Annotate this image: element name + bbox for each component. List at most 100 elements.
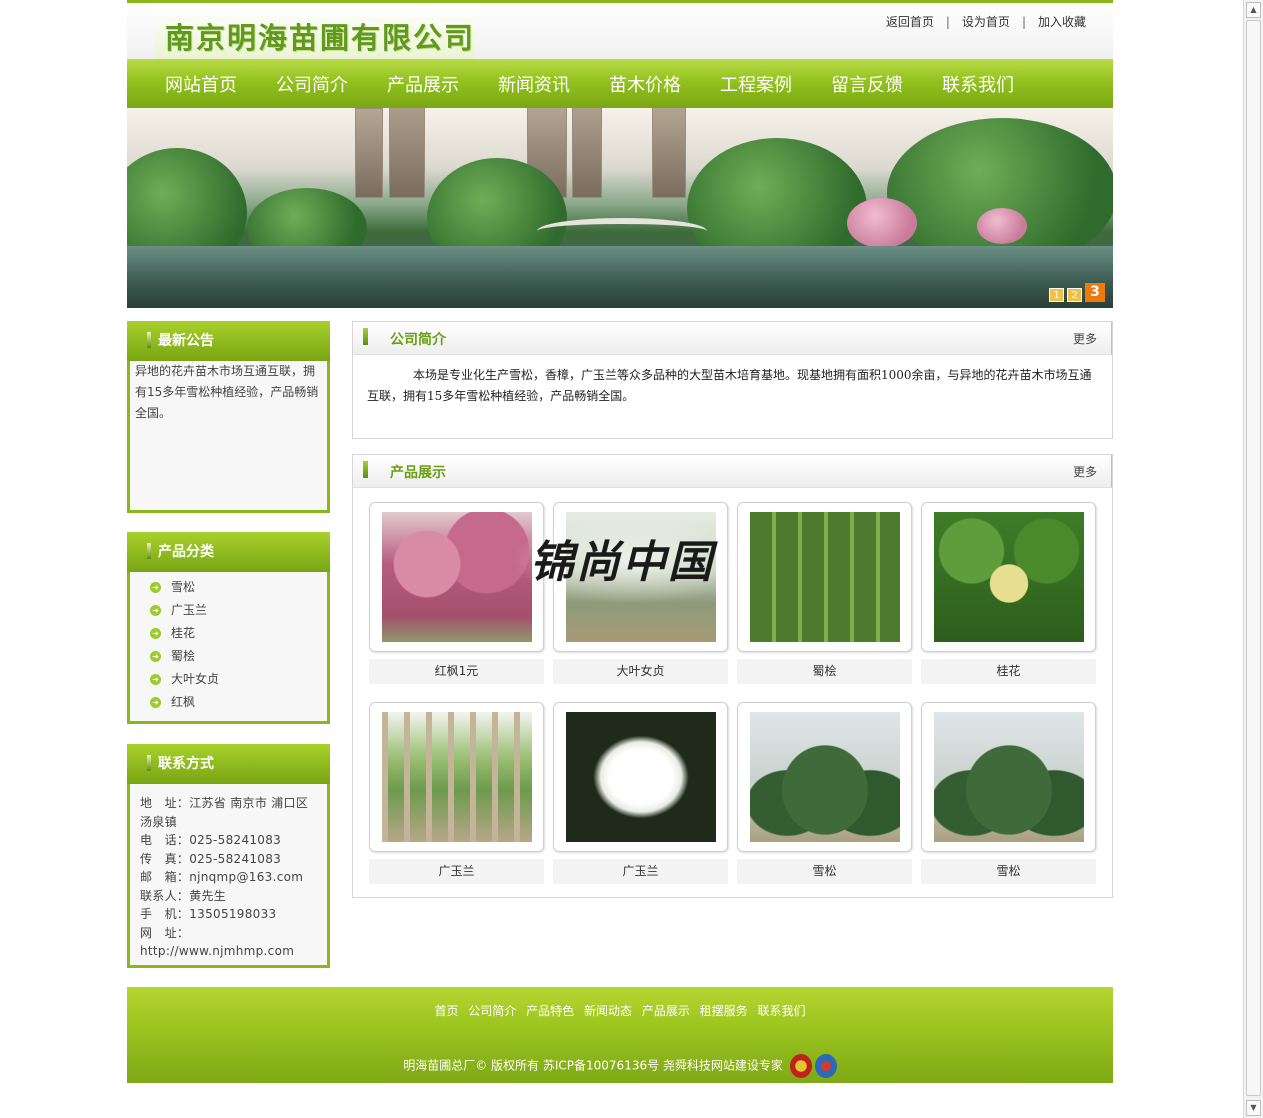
footer-link-rental[interactable]: 租摆服务 (700, 1004, 748, 1018)
separator: | (945, 15, 950, 29)
banner-building (389, 108, 425, 198)
category-item[interactable]: ➜ 蜀桧 (150, 645, 327, 668)
category-item[interactable]: ➜ 雪松 (150, 576, 327, 599)
category-link[interactable]: 大叶女贞 (171, 672, 219, 686)
products-more-link[interactable]: 更多 (1073, 463, 1097, 480)
banner-building (652, 108, 686, 198)
product-image[interactable] (933, 712, 1084, 842)
link-back-home[interactable]: 返回首页 (886, 15, 934, 29)
product-image[interactable] (933, 512, 1084, 642)
police-badge-icon[interactable] (789, 1054, 812, 1078)
logo-text: 南京明海苗圃有限公司 (165, 21, 476, 55)
product-image-frame[interactable] (369, 702, 544, 852)
arrow-right-icon: ➜ (150, 628, 161, 639)
category-list: ➜ 雪松 ➜ 广玉兰 ➜ 桂花 ➜ 蜀桧 ➜ 大叶女贞 ➜ 红枫 (130, 572, 327, 714)
scroll-up-arrow-icon[interactable]: ▲ (1246, 2, 1261, 18)
category-item[interactable]: ➜ 广玉兰 (150, 599, 327, 622)
nav-contact[interactable]: 联系我们 (942, 71, 1014, 97)
product-name[interactable]: 雪松 (737, 859, 912, 884)
product-card[interactable]: 广玉兰 (553, 702, 728, 884)
contact-mobile: 手 机：13505198033 (140, 907, 277, 921)
banner-bridge (537, 218, 707, 244)
about-text: 本场是专业化生产雪松，香樟，广玉兰等众多品种的大型苗木培育基地。现基地拥有面积1… (367, 368, 1092, 403)
about-more-link[interactable]: 更多 (1073, 330, 1097, 347)
nav-products[interactable]: 产品展示 (387, 71, 459, 97)
page-container: 南京明海苗圃有限公司 返回首页 | 设为首页 | 加入收藏 网站首页 公司简介 产品展示… (127, 0, 1113, 1083)
product-image[interactable] (749, 512, 900, 642)
product-name[interactable]: 雪松 (921, 859, 1096, 884)
category-link[interactable]: 雪松 (171, 580, 195, 594)
arrow-right-icon: ➜ (150, 697, 161, 708)
scroll-thumb[interactable] (1246, 20, 1261, 1096)
product-image-frame[interactable] (553, 702, 728, 852)
footer-link-home[interactable]: 首页 (434, 1004, 458, 1018)
site-footer: 首页 公司简介 产品特色 新闻动态 产品展示 租摆服务 联系我们 明海苗圃总厂©… (127, 987, 1113, 1083)
footer-link-features[interactable]: 产品特色 (526, 1004, 574, 1018)
category-item[interactable]: ➜ 大叶女贞 (150, 668, 327, 691)
product-image[interactable] (381, 512, 532, 642)
contact-address: 地 址：江苏省 南京市 浦口区汤泉镇 (140, 796, 309, 829)
banner-water (127, 246, 1113, 308)
product-card[interactable]: 红枫1元 (369, 502, 544, 684)
product-card[interactable]: 蜀桧 (737, 502, 912, 684)
category-item[interactable]: ➜ 桂花 (150, 622, 327, 645)
product-image-frame[interactable] (369, 502, 544, 652)
scroll-down-arrow-icon[interactable]: ▼ (1246, 1100, 1261, 1116)
product-card[interactable]: 大叶女贞 (553, 502, 728, 684)
link-set-homepage[interactable]: 设为首页 (962, 15, 1010, 29)
product-image-frame[interactable] (737, 702, 912, 852)
nav-feedback[interactable]: 留言反馈 (831, 71, 903, 97)
banner-slideshow[interactable]: 1 2 3 (127, 108, 1113, 308)
category-link[interactable]: 桂花 (171, 626, 195, 640)
product-card[interactable]: 雪松 (737, 702, 912, 884)
footer-links: 首页 公司简介 产品特色 新闻动态 产品展示 租摆服务 联系我们 (127, 987, 1113, 1019)
category-item[interactable]: ➜ 红枫 (150, 691, 327, 714)
category-link[interactable]: 广玉兰 (171, 603, 207, 617)
banner-page-1[interactable]: 1 (1049, 288, 1064, 302)
product-name[interactable]: 广玉兰 (553, 859, 728, 884)
product-card[interactable]: 广玉兰 (369, 702, 544, 884)
product-image-frame[interactable] (553, 502, 728, 652)
product-name[interactable]: 桂花 (921, 659, 1096, 684)
banner-building (355, 108, 383, 198)
network-security-badge-icon[interactable] (814, 1054, 837, 1078)
banner-page-3[interactable]: 3 (1085, 283, 1105, 302)
footer-link-news[interactable]: 新闻动态 (584, 1004, 632, 1018)
category-title: 产品分类 (127, 532, 330, 572)
site-logo[interactable]: 南京明海苗圃有限公司 (155, 7, 475, 59)
product-image[interactable] (565, 512, 716, 642)
product-image-frame[interactable] (737, 502, 912, 652)
nav-home[interactable]: 网站首页 (165, 71, 237, 97)
product-image[interactable] (381, 712, 532, 842)
link-add-favorite[interactable]: 加入收藏 (1038, 15, 1086, 29)
contact-email: 邮 箱：njnqmp@163.com (140, 870, 304, 884)
nav-prices[interactable]: 苗木价格 (609, 71, 681, 97)
nav-about[interactable]: 公司简介 (276, 71, 348, 97)
vertical-scrollbar[interactable]: ▲ ▼ (1243, 0, 1263, 1118)
product-image-frame[interactable] (921, 502, 1096, 652)
about-box: 公司简介 更多 本场是专业化生产雪松，香樟，广玉兰等众多品种的大型苗木培育基地。… (352, 321, 1113, 439)
contact-website[interactable]: http://www.njmhmp.com (140, 942, 317, 961)
product-image[interactable] (749, 712, 900, 842)
nav-news[interactable]: 新闻资讯 (498, 71, 570, 97)
category-link[interactable]: 红枫 (171, 695, 195, 709)
category-box: 产品分类 ➜ 雪松 ➜ 广玉兰 ➜ 桂花 ➜ 蜀桧 ➜ 大叶女贞 ➜ 红枫 (127, 532, 330, 724)
separator: | (1021, 15, 1026, 29)
top-links: 返回首页 | 设为首页 | 加入收藏 (886, 13, 1086, 30)
footer-link-about[interactable]: 公司简介 (468, 1004, 516, 1018)
footer-link-products[interactable]: 产品展示 (642, 1004, 690, 1018)
product-name[interactable]: 蜀桧 (737, 659, 912, 684)
footer-link-contact[interactable]: 联系我们 (758, 1004, 806, 1018)
copyright-text: 明海苗圃总厂© 版权所有 苏ICP备10076136号 尧舜科技网站建设专家 (403, 1058, 783, 1073)
category-link[interactable]: 蜀桧 (171, 649, 195, 663)
product-image[interactable] (565, 712, 716, 842)
product-name[interactable]: 广玉兰 (369, 859, 544, 884)
product-name[interactable]: 红枫1元 (369, 659, 544, 684)
product-card[interactable]: 雪松 (921, 702, 1096, 884)
product-image-frame[interactable] (921, 702, 1096, 852)
nav-cases[interactable]: 工程案例 (720, 71, 792, 97)
product-name[interactable]: 大叶女贞 (553, 659, 728, 684)
product-card[interactable]: 桂花 (921, 502, 1096, 684)
banner-page-2[interactable]: 2 (1067, 288, 1082, 302)
arrow-right-icon: ➜ (150, 651, 161, 662)
